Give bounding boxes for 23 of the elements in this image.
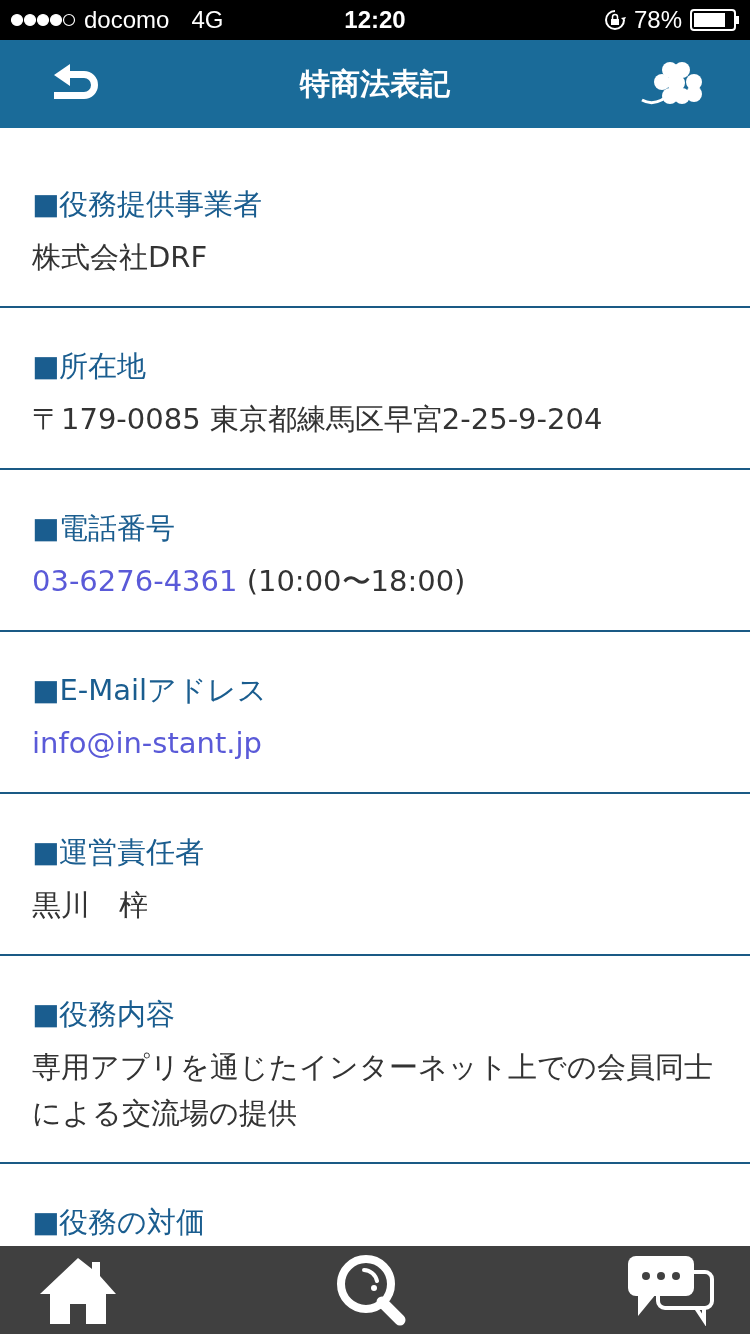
battery-icon <box>690 9 740 31</box>
section-value: (10:00〜18:00) <box>245 564 466 598</box>
clock-time: 12:20 <box>344 6 406 34</box>
section-heading: ■役務提供事業者 <box>32 186 264 223</box>
rotation-lock-icon <box>603 9 626 31</box>
page-title: 特商法表記 <box>300 64 450 103</box>
section-heading: ■所在地 <box>32 348 148 385</box>
carrier-name: docomo <box>84 6 170 34</box>
chat-icon[interactable] <box>626 1254 716 1326</box>
section-heading: ■電話番号 <box>32 510 177 547</box>
section-value: 黒川 梓 <box>32 887 149 924</box>
contact-link[interactable]: 03-6276-4361 <box>32 564 238 598</box>
battery-percent: 78% <box>633 6 682 34</box>
contact-link[interactable]: info@in-stant.jp <box>32 726 262 760</box>
section-heading: ■役務の対価 <box>32 1204 207 1241</box>
section-heading: ■E-Mailアドレス <box>32 672 269 709</box>
section-heading: ■運営責任者 <box>32 834 206 871</box>
section-value: 専用アプリを通じたインターネット上での会員同士による交流場の提供 <box>32 1049 714 1132</box>
section-value: 株式会社DRF <box>32 239 209 276</box>
section-heading: ■役務内容 <box>32 996 177 1033</box>
network-type: 4G <box>191 6 224 34</box>
signal-icon <box>10 13 76 27</box>
section-value: 〒179-0085 東京都練馬区早宮2-25-9-204 <box>32 401 604 438</box>
